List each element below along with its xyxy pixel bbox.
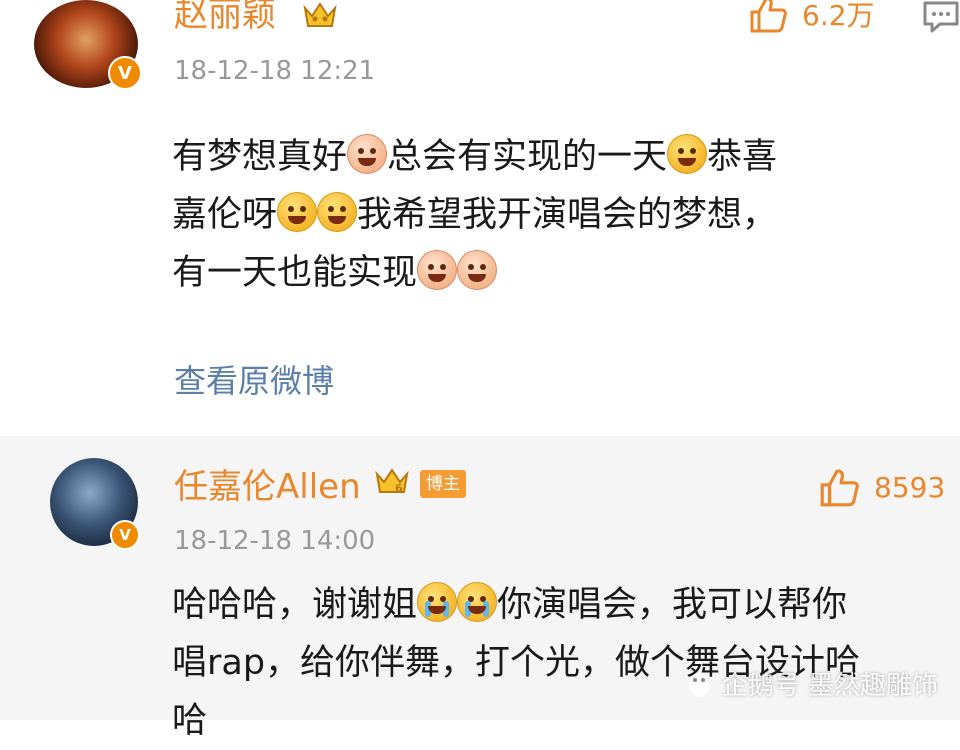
text-segment: 有一天也能实现 [172,253,418,293]
thumbs-up-icon [750,0,787,33]
reply-icon[interactable] [922,0,960,34]
text-segment: 你演唱会，我可以帮你 [497,585,848,625]
emoji-icon [457,250,498,290]
watermark: 企鹅号 墨然趣雕饰 [684,665,938,702]
text-segment: 有梦想真好 [172,137,348,177]
text-segment: 我希望我开演唱会的梦想， [357,195,778,235]
comment-item: V 赵丽颖 6.2万 18-12-18 12:21 有梦想真好 总会有实现的一天恭… [0,0,960,436]
commenter-name[interactable]: 赵丽颖 [174,0,276,32]
like-button[interactable]: 6.2万 [748,0,875,34]
like-button[interactable]: 8593 [818,466,945,508]
view-original-link[interactable]: 查看原微博 [174,356,334,402]
comment-line: 有梦想真好 总会有实现的一天 恭喜 [172,128,952,186]
comment-line: 哈哈哈，谢谢姐 你演唱会，我可以帮你 [172,576,952,634]
emoji-icon [277,192,318,232]
svg-text:6: 6 [395,482,403,495]
comment-body: 有梦想真好 总会有实现的一天 恭喜 嘉伦呀 我希望我开演唱会的梦想， 有一天也能实现 [172,128,952,302]
comment-line: 嘉伦呀 我希望我开演唱会的梦想， [172,186,952,244]
text-segment: 嘉伦呀 [172,195,278,235]
comment-timestamp: 18-12-18 12:21 [174,56,376,86]
avatar[interactable]: V [50,458,140,550]
crying-emoji-icon [417,582,458,622]
penguin-logo-icon [688,672,709,697]
verified-badge-icon: V [110,520,140,550]
vip-crown-icon: 6 [375,468,409,495]
comment-timestamp: 18-12-18 14:00 [174,526,376,556]
vip-crown-icon [303,2,337,27]
emoji-icon [667,134,708,174]
verified-badge-icon: V [108,56,142,90]
like-count: 8593 [874,470,946,504]
emoji-icon [347,134,388,174]
comment-body: 哈哈哈，谢谢姐 你演唱会，我可以帮你 唱rap，给你伴舞，打个光，做个舞台设计哈 … [172,576,952,750]
commenter-name[interactable]: 任嘉伦Allen [174,470,361,504]
text-segment: 恭喜 [707,137,778,177]
text-segment: 总会有实现的一天 [387,137,668,177]
like-count: 6.2万 [802,0,875,32]
thumbs-up-icon [820,469,859,507]
emoji-icon [317,192,358,232]
text-segment: 哈哈哈，谢谢姐 [172,585,418,625]
crying-emoji-icon [457,582,498,622]
watermark-text: 企鹅号 墨然趣雕饰 [721,671,938,701]
blogger-badge: 博主 [420,470,466,498]
comment-line: 有一天也能实现 [172,244,952,302]
avatar[interactable]: V [34,0,142,90]
emoji-icon [417,250,458,290]
